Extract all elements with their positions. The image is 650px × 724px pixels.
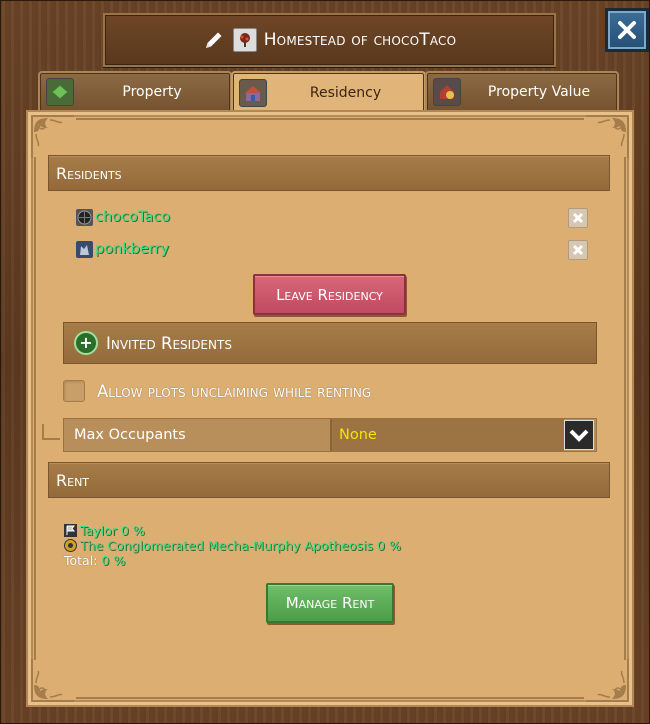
resident-row: ponkberry [76, 238, 169, 260]
allow-unclaim-checkbox[interactable] [63, 380, 85, 402]
invited-residents-label: Invited Residents [106, 333, 232, 353]
resident-row: chocoTaco [76, 206, 170, 228]
panel-border-line [624, 157, 626, 660]
ornament-corner-icon [586, 659, 629, 702]
manage-rent-button[interactable]: Manage Rent [266, 583, 394, 623]
panel-border-line [34, 157, 36, 660]
globe-icon [76, 208, 93, 226]
tab-property[interactable]: Property [38, 71, 232, 111]
property-land-icon [46, 78, 74, 106]
rent-total-value: 0 % [101, 553, 126, 568]
max-occupants-dropdown-button[interactable] [564, 420, 594, 450]
rent-total: Total: 0 % [64, 553, 125, 568]
tab-label: Property Value [487, 84, 591, 100]
rent-header: Rent [48, 462, 610, 498]
close-button[interactable] [605, 8, 649, 52]
rent-total-label: Total: [64, 553, 98, 568]
invited-residents-expander[interactable]: + Invited Residents [63, 322, 597, 364]
max-occupants-label: Max Occupants [64, 419, 332, 451]
rent-entry: The Conglomerated Mecha-Murphy Apotheosi… [64, 538, 401, 553]
rent-entry-name: Taylor [80, 523, 117, 538]
tab-property-value[interactable]: Property Value [425, 71, 619, 111]
property-value-icon [433, 78, 461, 106]
remove-resident-button[interactable] [568, 208, 588, 228]
resident-name[interactable]: ponkberry [95, 241, 169, 257]
chevron-down-icon [569, 429, 589, 442]
ornament-corner-icon [31, 115, 74, 158]
window-title-bar: Homestead of chocoTaco [103, 13, 556, 67]
tab-label: Residency [309, 85, 382, 101]
rent-entry-amount: 0 % [377, 538, 401, 553]
rent-entry-name: The Conglomerated Mecha-Murphy Apotheosi… [80, 538, 374, 553]
allow-unclaim-row: Allow plots unclaiming while renting [63, 378, 371, 404]
flag-icon [64, 524, 77, 537]
resident-name[interactable]: chocoTaco [95, 209, 170, 225]
allow-unclaim-label[interactable]: Allow plots unclaiming while renting [97, 382, 371, 401]
rent-entry: Taylor 0 % [64, 523, 145, 538]
remove-x-icon [572, 212, 584, 224]
wolf-icon [76, 240, 93, 258]
rent-entry-amount: 0 % [120, 523, 145, 538]
leave-residency-button[interactable]: Leave Residency [253, 274, 406, 315]
max-occupants-select[interactable]: None [332, 419, 564, 451]
remove-x-icon [572, 244, 584, 256]
close-icon [618, 21, 636, 39]
homestead-tree-icon [232, 28, 257, 52]
indent-arrow-icon [42, 424, 60, 440]
remove-resident-button[interactable] [568, 240, 588, 260]
residents-header: Residents [48, 155, 610, 191]
max-occupants-row: Max Occupants None [63, 418, 597, 452]
pencil-icon[interactable] [203, 29, 225, 51]
rent-heading: Rent [56, 470, 90, 490]
ornament-corner-icon [31, 659, 74, 702]
residents-heading: Residents [56, 163, 122, 183]
ornament-corner-icon [586, 115, 629, 158]
gear-badge-icon [64, 539, 77, 552]
residency-house-icon [239, 79, 267, 107]
tab-label: Property [122, 84, 182, 100]
residency-panel: Residents chocoTaco ponkberry Leave Resi… [26, 110, 634, 707]
panel-border-line [76, 697, 584, 699]
tab-residency[interactable]: Residency [231, 71, 426, 113]
plus-icon: + [74, 331, 98, 355]
window-title: Homestead of chocoTaco [263, 30, 457, 50]
panel-border-line [76, 118, 584, 120]
